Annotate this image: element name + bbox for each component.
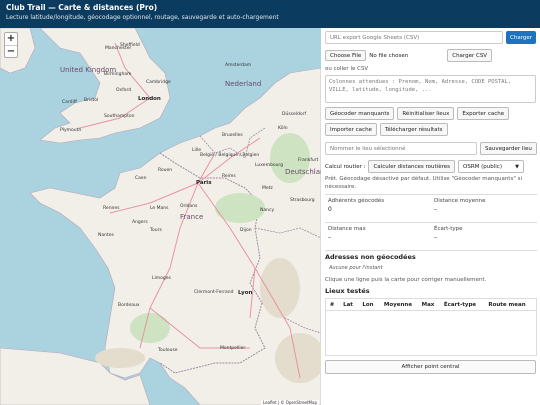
map-city: Luxembourg bbox=[255, 163, 284, 168]
map-city: Southampton bbox=[104, 114, 135, 119]
load-url-button[interactable]: Charger bbox=[506, 31, 536, 44]
map-city: Köln bbox=[278, 126, 288, 131]
download-results-button[interactable]: Télécharger résultats bbox=[379, 123, 448, 136]
stat-value: – bbox=[434, 206, 437, 213]
map-city: Tours bbox=[150, 228, 162, 233]
geocode-missing-button[interactable]: Géocoder manquants bbox=[325, 107, 395, 120]
paste-csv-label: ou coller le CSV bbox=[325, 66, 369, 72]
zoom-out-button[interactable]: − bbox=[5, 45, 17, 57]
map-city: Nantes bbox=[98, 233, 114, 238]
import-cache-button[interactable]: Importer cache bbox=[325, 123, 377, 136]
zoom-control: + − bbox=[4, 32, 18, 58]
map-city: Caen bbox=[135, 176, 147, 181]
map-city: Oxford bbox=[116, 88, 132, 93]
stat-label: Distance max bbox=[328, 226, 366, 232]
column-header: # bbox=[329, 301, 335, 308]
map-city: Rouen bbox=[158, 168, 173, 173]
status-message: Prêt. Géocodage désactivé par défaut. Ut… bbox=[325, 176, 522, 190]
tested-places-title: Lieux testés bbox=[325, 287, 370, 295]
map-city: Bristol bbox=[84, 98, 99, 103]
chevron-down-icon: ▼ bbox=[515, 163, 519, 170]
stat-label: Adhérents géocodés bbox=[328, 198, 385, 204]
map-city: Bordeaux bbox=[118, 303, 140, 308]
map-city: Angers bbox=[132, 220, 148, 225]
stat-label: Écart-type bbox=[434, 226, 463, 232]
map-city: Sheffield bbox=[120, 43, 140, 48]
map-city: Paris bbox=[196, 180, 212, 186]
map-city: Toulouse bbox=[158, 348, 178, 353]
app-subtitle: Lecture latitude/longitude, géocodage op… bbox=[6, 14, 279, 21]
map-city: Dijon bbox=[240, 228, 252, 233]
zoom-in-button[interactable]: + bbox=[5, 33, 17, 45]
map-label-belgium: België / Belgique / Belgien bbox=[200, 153, 260, 158]
routing-select-value: OSRM (public) bbox=[463, 163, 502, 170]
csv-textarea[interactable]: Colonnes attendues : Prenom, Nom, Adress… bbox=[325, 75, 536, 103]
map-label-netherlands: Nederland bbox=[225, 80, 262, 88]
csv-url-input[interactable]: URL export Google Sheets (CSV) bbox=[325, 31, 503, 44]
map-city: Strasbourg bbox=[290, 198, 315, 203]
column-header: Écart-type bbox=[443, 301, 477, 308]
map-city: Amsterdam bbox=[225, 63, 252, 68]
map-city: London bbox=[138, 96, 161, 102]
table-header: # Lat Lon Moyenne Max Écart-type Route m… bbox=[326, 299, 536, 311]
compute-route-button[interactable]: Calculer distances routières bbox=[368, 160, 455, 173]
map-city: Clermont-Ferrand bbox=[194, 290, 234, 295]
map-label-france: France bbox=[180, 213, 204, 221]
stat-max-distance: Distance max – bbox=[325, 223, 431, 251]
stat-label: Distance moyenne bbox=[434, 198, 486, 204]
reset-places-button[interactable]: Réinitialiser lieux bbox=[397, 107, 455, 120]
stat-stddev: Écart-type – bbox=[431, 223, 537, 251]
load-csv-button[interactable]: Charger CSV bbox=[447, 49, 493, 62]
map-city: Rennes bbox=[103, 206, 120, 211]
map-city: Montpellier bbox=[220, 346, 246, 351]
stat-geocoded: Adhérents géocodés 0 bbox=[325, 195, 431, 223]
save-place-button[interactable]: Sauvegarder lieu bbox=[480, 142, 537, 155]
map-attribution[interactable]: Leaflet | © OpenStreetMap bbox=[260, 400, 319, 405]
stat-value: 0 bbox=[328, 206, 332, 213]
ungeocoded-hint: Clique une ligne puis la carte pour corr… bbox=[325, 277, 487, 283]
map-city: Plymouth bbox=[60, 128, 82, 133]
column-header: Lat bbox=[343, 301, 353, 308]
map-city: Nancy bbox=[260, 208, 275, 213]
map-city: Orléans bbox=[180, 204, 198, 209]
file-status: No file chosen bbox=[369, 52, 409, 59]
map-city: Lille bbox=[192, 148, 202, 153]
column-header: Max bbox=[421, 301, 435, 308]
map-city: Reims bbox=[222, 174, 236, 179]
map-city: Le Mans bbox=[150, 206, 169, 211]
show-central-point-button[interactable]: Afficher point central bbox=[325, 360, 536, 374]
app-header: Club Trail — Carte & distances (Pro) Lec… bbox=[0, 0, 540, 28]
map-view[interactable]: + − France België / Belgique / Belgien N… bbox=[0, 28, 321, 405]
map-city: Limoges bbox=[152, 276, 171, 281]
map-city: Düsseldorf bbox=[282, 112, 307, 117]
stat-value: – bbox=[434, 234, 437, 241]
stat-value: – bbox=[328, 234, 331, 241]
choose-file-button[interactable]: Choose File bbox=[325, 50, 367, 61]
map-city: Cambridge bbox=[146, 80, 171, 85]
control-panel: URL export Google Sheets (CSV) Charger C… bbox=[321, 28, 540, 405]
routing-select[interactable]: OSRM (public) ▼ bbox=[458, 160, 524, 173]
map-city: Lyon bbox=[238, 290, 253, 296]
map-city: Frankfurt bbox=[298, 158, 319, 163]
map-label-germany: Deutschland bbox=[285, 168, 321, 176]
map-city: Metz bbox=[262, 186, 273, 191]
ungeocoded-empty: Aucune pour l'instant bbox=[329, 265, 383, 271]
tested-places-table: # Lat Lon Moyenne Max Écart-type Route m… bbox=[325, 298, 537, 356]
place-name-input[interactable]: Nommer le lieu sélectionné bbox=[325, 142, 477, 155]
map-city: Bruxelles bbox=[222, 133, 243, 138]
stat-mean-distance: Distance moyenne – bbox=[431, 195, 537, 223]
map-city: Cardiff bbox=[62, 100, 77, 105]
export-cache-button[interactable]: Exporter cache bbox=[457, 107, 510, 120]
column-header: Route mean bbox=[488, 301, 526, 308]
ungeocoded-title: Adresses non géocodées bbox=[325, 253, 416, 261]
routing-label: Calcul routier : bbox=[325, 163, 366, 170]
stats-grid: Adhérents géocodés 0 Distance moyenne – … bbox=[325, 194, 537, 251]
map-city: Birmingham bbox=[104, 72, 132, 77]
column-header: Moyenne bbox=[383, 301, 413, 308]
app-title: Club Trail — Carte & distances (Pro) bbox=[6, 3, 158, 12]
column-header: Lon bbox=[362, 301, 374, 308]
